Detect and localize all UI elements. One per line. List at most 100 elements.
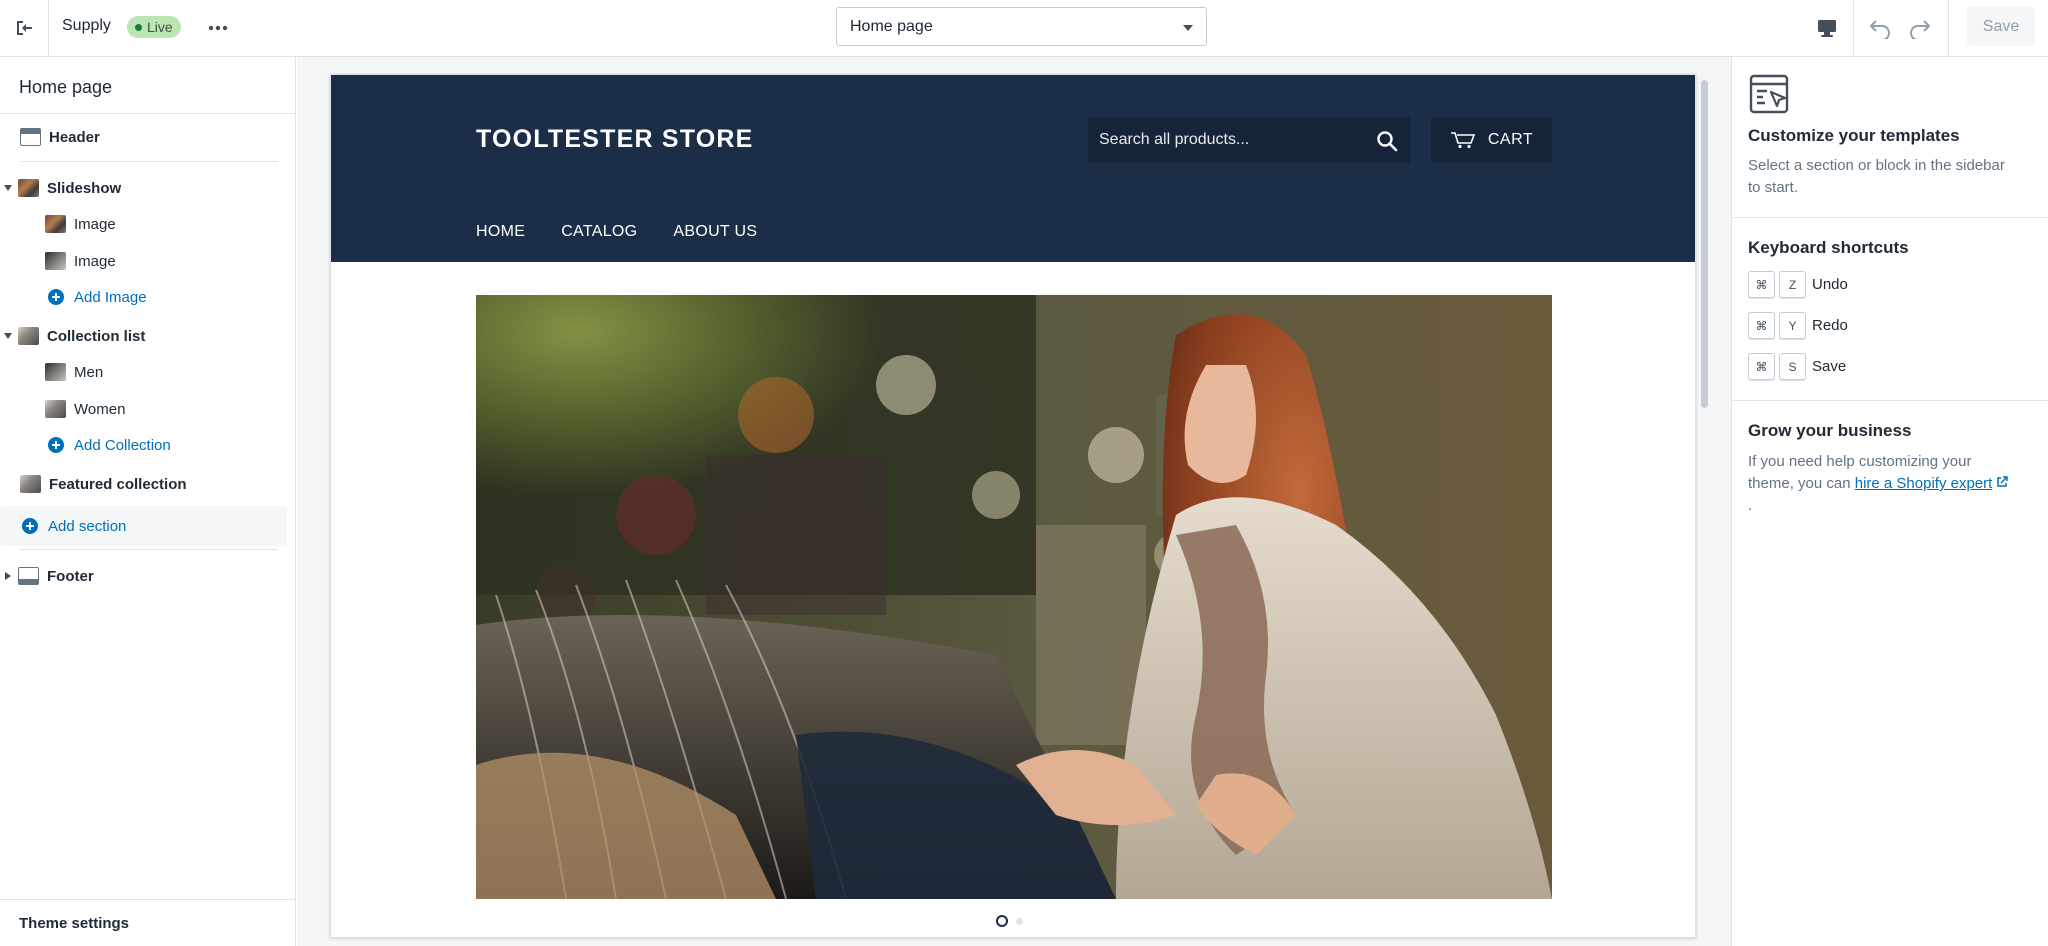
add-section-label: Add section	[48, 517, 127, 535]
store-nav: HOME CATALOG ABOUT US	[476, 223, 757, 241]
live-dot-icon	[135, 23, 142, 31]
sidebar-item-label: Image	[74, 252, 116, 270]
command-key: ⌘	[1748, 312, 1775, 339]
collection-thumbnail	[45, 400, 66, 418]
cart-label: CART	[1487, 131, 1534, 148]
sidebar-subitem-women[interactable]: Women	[0, 391, 287, 427]
sidebar-item-featured-collection[interactable]: Featured collection	[0, 466, 287, 502]
more-actions-button[interactable]	[204, 16, 232, 40]
grow-section: Grow your business If you need help cust…	[1732, 401, 2048, 541]
collection-list-thumbnail	[18, 327, 39, 345]
sidebar-item-label: Footer	[47, 567, 94, 585]
collapse-triangle-icon[interactable]	[4, 333, 12, 339]
divider	[20, 161, 278, 162]
shortcut-key: S	[1779, 353, 1806, 380]
shortcut-label: Redo	[1812, 317, 1848, 334]
store-search-input[interactable]: Search all products...	[1088, 117, 1410, 163]
page-template-select-value: Home page	[850, 17, 933, 35]
undo-icon	[1869, 20, 1890, 39]
shortcuts-section: Keyboard shortcuts ⌘ Z Undo ⌘ Y Redo ⌘ S…	[1732, 218, 2048, 401]
grow-text: If you need help customizing your theme,…	[1748, 451, 2016, 517]
toolbar-divider	[1948, 0, 1949, 56]
exit-editor-button[interactable]	[0, 0, 49, 56]
preview-frame: TOOLTESTER STORE Search all products... …	[330, 74, 1696, 938]
header-section-icon	[20, 128, 41, 146]
preview-scrollbar[interactable]	[1699, 76, 1710, 936]
grow-text-end: .	[1748, 497, 1753, 514]
sidebar-subitem-image[interactable]: Image	[0, 243, 287, 279]
hire-expert-link[interactable]: hire a Shopify expert	[1855, 475, 1993, 492]
slideshow-pagination	[996, 915, 1023, 927]
command-key: ⌘	[1748, 353, 1775, 380]
save-button[interactable]: Save	[1967, 7, 2035, 46]
slideshow-image[interactable]	[476, 295, 1552, 899]
undo-button[interactable]	[1864, 13, 1896, 43]
add-collection-label: Add Collection	[74, 436, 171, 454]
featured-collection-thumbnail	[20, 475, 41, 493]
slide-dot[interactable]	[1016, 917, 1023, 925]
add-image-link[interactable]: Add Image	[0, 279, 287, 315]
slide-dot-active[interactable]	[996, 915, 1008, 927]
plus-circle-icon	[22, 518, 38, 534]
shortcut-redo: ⌘ Y Redo	[1748, 312, 1848, 339]
nav-catalog[interactable]: CATALOG	[561, 223, 637, 241]
divider	[0, 113, 296, 114]
sidebar-item-collection-list[interactable]: Collection list	[0, 318, 287, 354]
redo-icon	[1910, 20, 1931, 39]
desktop-icon	[1817, 20, 1836, 37]
sidebar-title: Home page	[19, 77, 113, 97]
desktop-view-button[interactable]	[1800, 0, 1854, 56]
customize-text: Select a section or block in the sidebar…	[1748, 157, 2005, 196]
exit-icon	[17, 21, 32, 35]
add-section-button[interactable]: Add section	[0, 506, 287, 546]
sidebar-item-slideshow[interactable]: Slideshow	[0, 170, 287, 206]
cart-button[interactable]: CART	[1431, 117, 1552, 163]
sidebar-item-label: Women	[74, 400, 126, 418]
hire-expert-link-label: hire a Shopify expert	[1854, 475, 1993, 492]
search-icon[interactable]	[1376, 130, 1398, 152]
more-horizontal-icon	[208, 25, 228, 31]
store-logo-text[interactable]: TOOLTESTER STORE	[476, 125, 754, 154]
sidebar-item-label: Collection list	[47, 327, 146, 345]
shortcut-label: Undo	[1812, 276, 1848, 293]
slideshow-thumbnail	[18, 179, 39, 197]
collection-thumbnail	[45, 363, 66, 381]
template-cursor-icon	[1749, 74, 1789, 114]
sidebar-item-label: Men	[74, 363, 104, 381]
page-template-select[interactable]: Home page	[836, 7, 1207, 46]
sidebar-item-label: Slideshow	[47, 179, 122, 197]
sidebar-item-label: Header	[49, 128, 100, 146]
redo-button[interactable]	[1904, 13, 1936, 43]
sidebar-item-footer[interactable]: Footer	[0, 558, 287, 594]
help-panel: Customize your templates Select a sectio…	[1731, 57, 2048, 946]
customize-title: Customize your templates	[1748, 126, 1960, 145]
store-search-placeholder: Search all products...	[1099, 131, 1250, 148]
shortcut-save: ⌘ S Save	[1748, 353, 1846, 380]
plus-circle-icon	[48, 289, 64, 305]
shortcut-label: Save	[1812, 358, 1847, 375]
theme-name: Supply	[62, 17, 111, 34]
divider	[20, 549, 278, 550]
status-badge-label: Live	[147, 19, 173, 35]
sidebar-item-label: Image	[74, 215, 116, 233]
sidebar-subitem-image[interactable]: Image	[0, 206, 287, 242]
customize-section: Customize your templates Select a sectio…	[1732, 57, 2048, 218]
grow-title: Grow your business	[1748, 421, 1912, 440]
nav-about-us[interactable]: ABOUT US	[673, 223, 757, 241]
footer-section-icon	[18, 567, 39, 585]
chevron-down-icon	[1183, 25, 1193, 31]
plus-circle-icon	[48, 437, 64, 453]
sections-sidebar: Home page Header Slideshow Image Image A…	[0, 57, 296, 946]
expand-triangle-icon[interactable]	[5, 572, 11, 580]
nav-home[interactable]: HOME	[476, 223, 525, 241]
sidebar-item-header[interactable]: Header	[0, 119, 287, 155]
sidebar-subitem-men[interactable]: Men	[0, 354, 287, 390]
add-collection-link[interactable]: Add Collection	[0, 427, 287, 463]
collapse-triangle-icon[interactable]	[4, 185, 12, 191]
add-image-label: Add Image	[74, 288, 147, 306]
theme-settings-button[interactable]: Theme settings	[0, 899, 296, 946]
scrollbar-thumb[interactable]	[1701, 80, 1708, 408]
image-thumbnail	[45, 215, 66, 233]
status-badge: Live	[127, 16, 181, 38]
top-bar: Supply Live Home page Save	[0, 0, 2048, 57]
